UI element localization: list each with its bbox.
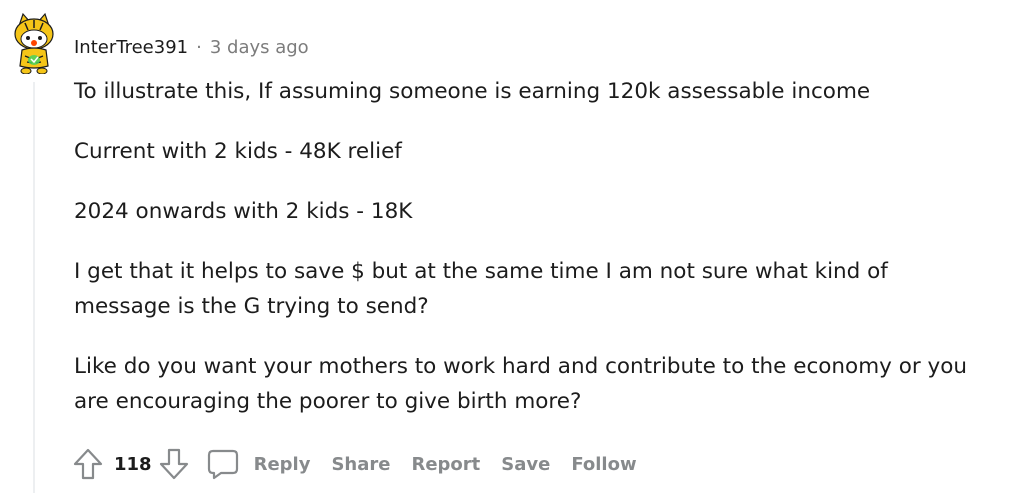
- comment-header: InterTree391 · 3 days ago: [74, 33, 309, 61]
- follow-button[interactable]: Follow: [571, 454, 636, 475]
- comment-paragraph: Like do you want your mothers to work ha…: [74, 354, 968, 414]
- comment-paragraph: Current with 2 kids - 48K relief: [74, 139, 402, 164]
- thread-line[interactable]: [33, 82, 35, 493]
- comment-actions: 118 Reply Share Report Save Follow: [72, 444, 637, 484]
- save-button[interactable]: Save: [501, 454, 550, 475]
- downvote-arrow-icon: [159, 448, 188, 480]
- upvote-arrow-icon: [73, 448, 103, 480]
- vote-score: 118: [114, 453, 152, 475]
- timestamp[interactable]: 3 days ago: [210, 37, 309, 58]
- comment-paragraph: I get that it helps to save $ but at the…: [74, 259, 888, 319]
- comment-paragraph: 2024 onwards with 2 kids - 18K: [74, 199, 413, 224]
- snoo-avatar-icon: [14, 12, 54, 75]
- share-button[interactable]: Share: [331, 454, 390, 475]
- speech-bubble-icon: [207, 449, 238, 480]
- downvote-button[interactable]: [158, 447, 190, 481]
- comment-body: To illustrate this, If assuming someone …: [74, 74, 974, 444]
- upvote-button[interactable]: [72, 447, 104, 481]
- reply-label: Reply: [253, 453, 311, 475]
- username-link[interactable]: InterTree391: [74, 37, 188, 58]
- report-button[interactable]: Report: [411, 454, 480, 475]
- reply-button[interactable]: Reply: [206, 448, 311, 480]
- comment-paragraph: To illustrate this, If assuming someone …: [74, 79, 871, 104]
- meta-separator: ·: [196, 36, 202, 58]
- avatar[interactable]: [11, 12, 57, 75]
